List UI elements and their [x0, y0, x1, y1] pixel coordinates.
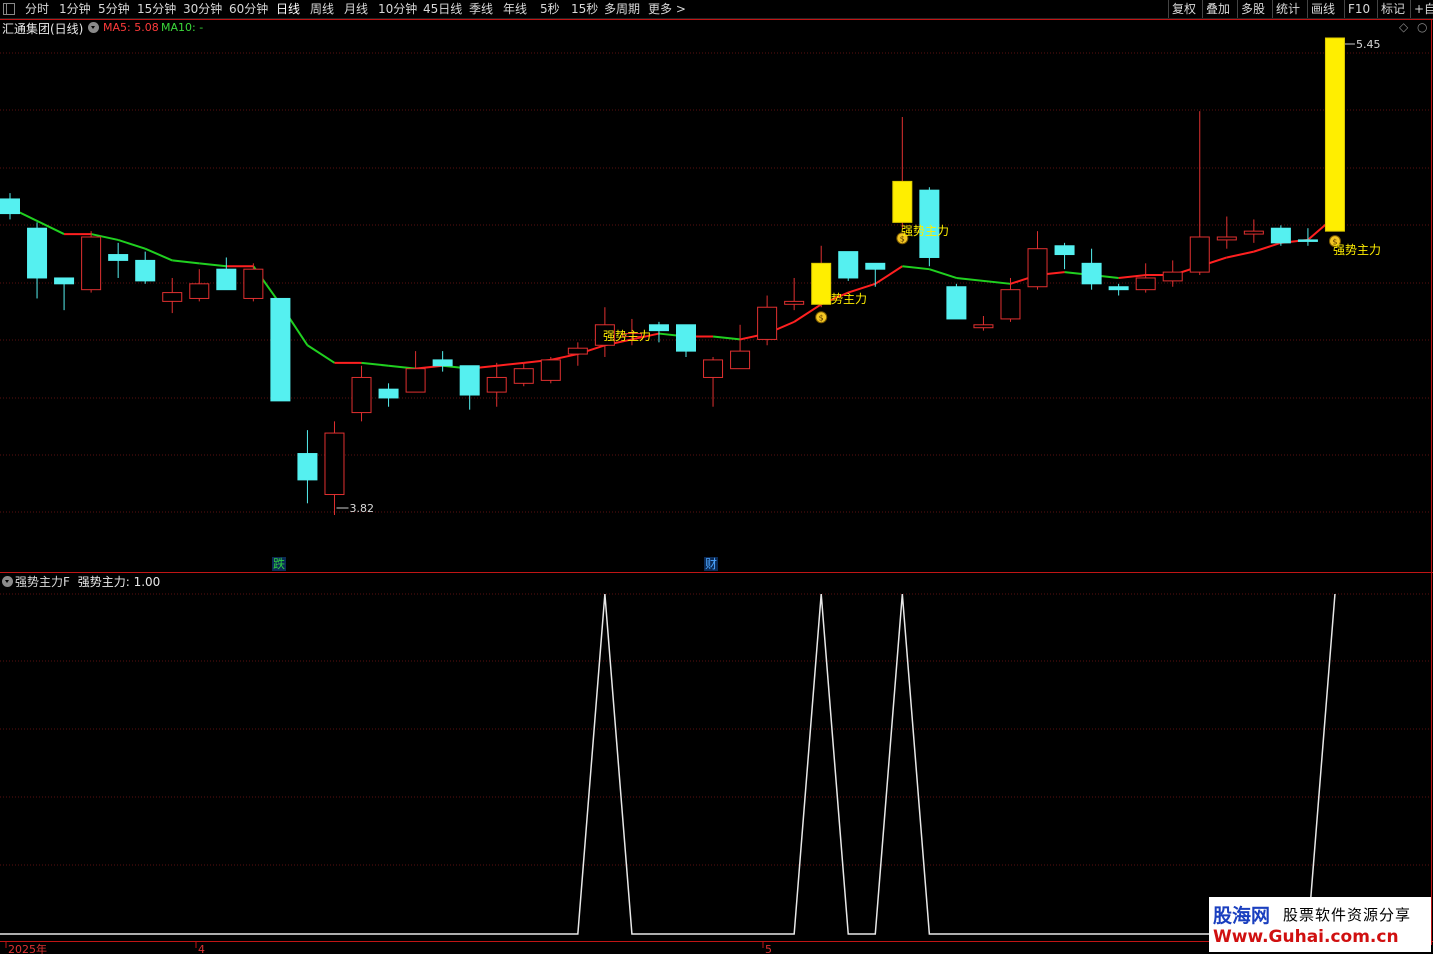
- money-bag-glyph: $: [819, 314, 824, 323]
- candle-body[interactable]: [1243, 230, 1264, 235]
- candle-body[interactable]: [892, 180, 913, 223]
- ma5-segment: [172, 259, 200, 265]
- ma5-segment: [550, 353, 579, 361]
- candle-body[interactable]: [1081, 262, 1102, 285]
- ma5-segment: [361, 361, 389, 367]
- signal-label: 强势主力: [603, 329, 651, 343]
- candle-body[interactable]: [946, 286, 967, 320]
- candle-body[interactable]: [243, 268, 264, 299]
- candle-body[interactable]: [838, 251, 859, 279]
- candle-body[interactable]: [1189, 236, 1210, 273]
- x-axis-label: 2025年: [8, 942, 47, 954]
- candle-body[interactable]: [54, 277, 75, 285]
- ma5-segment: [929, 268, 957, 279]
- watermark-url: Www.Guhai.com.cn: [1213, 927, 1399, 947]
- candle-body[interactable]: [486, 376, 507, 393]
- candle-body[interactable]: [540, 359, 561, 381]
- candle-body[interactable]: [1054, 245, 1075, 256]
- ma5-segment: [306, 344, 336, 364]
- candle-body[interactable]: [757, 306, 778, 340]
- candle-body[interactable]: [1027, 248, 1048, 288]
- candle-body[interactable]: [297, 453, 318, 481]
- signal-label: 强势主力: [1333, 243, 1381, 257]
- candle-body[interactable]: [432, 359, 453, 367]
- candle-body[interactable]: [459, 365, 480, 396]
- candle-body[interactable]: [1135, 277, 1156, 291]
- candle-body[interactable]: [189, 283, 210, 299]
- candle-body[interactable]: [216, 268, 237, 291]
- x-axis-label: 5: [765, 943, 772, 954]
- watermark-logo: 股海网: [1213, 905, 1271, 927]
- candle-body[interactable]: [973, 324, 994, 329]
- candle-body[interactable]: [135, 259, 156, 282]
- candle-body[interactable]: [1162, 271, 1183, 282]
- ma5-segment: [1226, 250, 1255, 259]
- candle-body[interactable]: [730, 350, 751, 370]
- candle-body[interactable]: [1108, 286, 1129, 291]
- candle-body[interactable]: [784, 300, 805, 305]
- event-marker-text: 跌: [273, 556, 285, 571]
- ma5-segment: [712, 335, 741, 341]
- candle-body[interactable]: [405, 368, 426, 393]
- high-price-label: 5.45: [1356, 38, 1381, 51]
- candle-body[interactable]: [676, 324, 696, 352]
- ma5-segment: [496, 361, 524, 367]
- candle-body[interactable]: [0, 198, 20, 215]
- candle-body[interactable]: [648, 324, 669, 332]
- candle-body[interactable]: [1270, 227, 1291, 244]
- candle-body[interactable]: [703, 359, 724, 378]
- indicator-line: [0, 593, 1336, 935]
- candle-body[interactable]: [27, 227, 48, 279]
- candle-body[interactable]: [1297, 239, 1318, 242]
- ma5-segment: [199, 262, 227, 268]
- signal-label: 强势主力: [819, 292, 867, 306]
- candle-body[interactable]: [162, 292, 183, 302]
- signal-label: 强势主力: [901, 224, 949, 238]
- candle-body[interactable]: [270, 297, 291, 402]
- candle-body[interactable]: [378, 388, 399, 399]
- ma5-segment: [902, 265, 930, 271]
- watermark-slogan: 股票软件资源分享: [1283, 906, 1412, 924]
- candle-body[interactable]: [81, 236, 102, 291]
- candle-body[interactable]: [1216, 236, 1237, 241]
- ma5-segment: [956, 276, 1011, 285]
- candle-body[interactable]: [1324, 37, 1345, 232]
- candle-body[interactable]: [513, 368, 534, 384]
- kline-chart[interactable]: $$ $5.453.82强势主力强势主力强势主力强势主力跌 财2025年 4 5: [0, 0, 1433, 954]
- candle-body[interactable]: [567, 347, 588, 355]
- candle-body[interactable]: [865, 262, 886, 270]
- candle-body[interactable]: [324, 432, 345, 496]
- x-axis-label: 4: [198, 943, 205, 954]
- candle-body[interactable]: [351, 376, 372, 414]
- low-price-label: 3.82: [349, 502, 374, 515]
- event-marker-text: 财: [705, 557, 717, 571]
- ma5-segment: [144, 247, 173, 262]
- candle-body[interactable]: [1000, 289, 1021, 320]
- ma5-segment: [117, 238, 146, 250]
- candle-body[interactable]: [108, 254, 129, 261]
- watermark: 股海网 股票软件资源分享 Www.Guhai.com.cn: [1209, 897, 1431, 952]
- ma5-segment: [1253, 241, 1282, 253]
